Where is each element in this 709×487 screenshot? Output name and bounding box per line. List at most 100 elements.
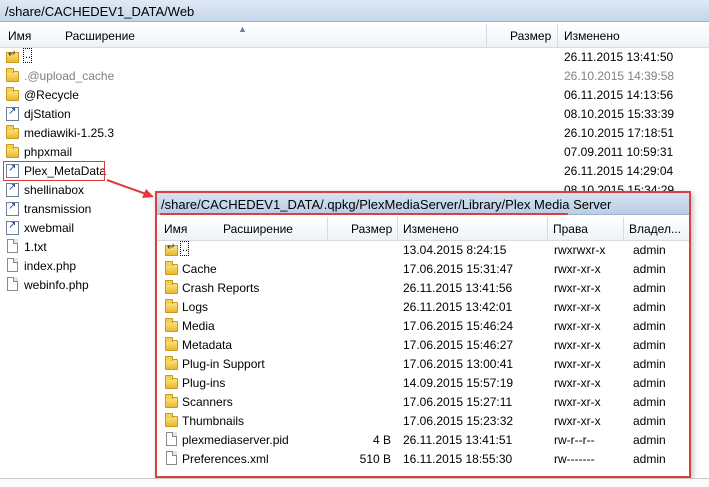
file-icon: [6, 239, 20, 255]
file-icon: [6, 258, 20, 274]
folder-icon: [165, 413, 179, 429]
ov-column-perms[interactable]: Права: [553, 222, 588, 236]
list-item[interactable]: .. 13.04.2015 8:24:15 rwxrwxr-x admin: [157, 241, 689, 260]
list-item[interactable]: Thumbnails 17.06.2015 15:23:32 rwxr-xr-x ad…: [157, 412, 689, 431]
column-name[interactable]: Имя: [8, 29, 31, 43]
folder-icon: [165, 394, 179, 410]
item-name: plexmediaserver.pid: [182, 433, 289, 447]
item-size: 510 B: [359, 452, 391, 466]
item-name: Metadata: [182, 338, 233, 352]
column-separator[interactable]: [486, 24, 487, 47]
folder-icon: [6, 68, 20, 84]
list-item[interactable]: Preferences.xml 510 B 16.11.2015 18:55:30 r…: [157, 450, 689, 469]
item-owner: admin: [633, 376, 666, 390]
item-modified: 26.10.2015 17:18:51: [564, 126, 675, 140]
column-extension[interactable]: Расширение: [65, 29, 135, 43]
folder-icon: [6, 87, 20, 103]
list-item[interactable]: Plug-in Support 17.06.2015 13:00:41 rwxr-x…: [157, 355, 689, 374]
list-item[interactable]: phpxmail 07.09.2011 10:59:31: [0, 143, 709, 162]
overlay-column-header: Имя Расширение Размер Изменено Права Вла…: [157, 217, 689, 241]
list-item[interactable]: Crash Reports 26.11.2015 13:41:56 rwxr-xr-…: [157, 279, 689, 298]
item-modified: 17.06.2015 15:31:47: [403, 262, 514, 276]
file-icon: [165, 432, 179, 448]
list-item[interactable]: mediawiki-1.25.3 26.10.2015 17:18:51: [0, 124, 709, 143]
list-item[interactable]: Cache 17.06.2015 15:31:47 rwxr-xr-x admin: [157, 260, 689, 279]
item-owner: admin: [633, 414, 666, 428]
item-owner: admin: [633, 357, 666, 371]
item-modified: 17.06.2015 15:23:32: [403, 414, 514, 428]
shortcut-icon: [6, 220, 20, 236]
list-item[interactable]: Media 17.06.2015 15:46:24 rwxr-xr-x admin: [157, 317, 689, 336]
item-name: transmission: [24, 202, 92, 216]
ov-column-owner[interactable]: Владел...: [629, 222, 681, 236]
item-modified: 06.11.2015 14:13:56: [564, 88, 674, 102]
item-modified: 26.11.2015 13:42:01: [403, 300, 513, 314]
item-modified: 26.10.2015 14:39:58: [564, 69, 675, 83]
folder-icon: [165, 299, 179, 315]
ov-column-name[interactable]: Имя: [164, 222, 187, 236]
item-name: phpxmail: [24, 145, 73, 159]
ov-column-modified[interactable]: Изменено: [403, 222, 459, 236]
item-modified: 16.11.2015 18:55:30: [403, 452, 513, 466]
item-owner: admin: [633, 300, 666, 314]
list-item[interactable]: plexmediaserver.pid 4 B 26.11.2015 13:41:5…: [157, 431, 689, 450]
item-owner: admin: [633, 395, 666, 409]
item-name: .@upload_cache: [24, 69, 115, 83]
list-item[interactable]: .@upload_cache 26.10.2015 14:39:58: [0, 67, 709, 86]
item-name: djStation: [24, 107, 71, 121]
overlay-path-text: /share/CACHEDEV1_DATA/.qpkg/PlexMediaSer…: [161, 197, 612, 212]
list-item[interactable]: @Recycle 06.11.2015 14:13:56: [0, 86, 709, 105]
item-permissions: rwxr-xr-x: [554, 281, 601, 295]
column-separator[interactable]: [327, 217, 328, 240]
status-bar: [0, 478, 709, 487]
item-name: ..: [180, 241, 189, 256]
item-name: Crash Reports: [182, 281, 260, 295]
item-name: xwebmail: [24, 221, 75, 235]
folder-icon: [165, 261, 179, 277]
item-name: @Recycle: [24, 88, 79, 102]
ov-column-size[interactable]: Размер: [351, 222, 392, 236]
list-item[interactable]: .. 26.11.2015 13:41:50: [0, 48, 709, 67]
column-separator[interactable]: [547, 217, 548, 240]
item-permissions: rwxr-xr-x: [554, 395, 601, 409]
item-name: 1.txt: [24, 240, 47, 254]
parent-folder-icon: [165, 242, 179, 258]
column-modified[interactable]: Изменено: [564, 29, 620, 43]
list-item[interactable]: Plex_MetaData26.11.2015 14:29:04: [0, 162, 709, 181]
list-item[interactable]: Logs 26.11.2015 13:42:01 rwxr-xr-x admin: [157, 298, 689, 317]
item-name: Logs: [182, 300, 209, 314]
item-modified: 26.11.2015 13:41:51: [403, 433, 513, 447]
overlay-panel: /share/CACHEDEV1_DATA/.qpkg/PlexMediaSer…: [155, 191, 691, 478]
column-separator[interactable]: [557, 24, 558, 47]
item-modified: 13.04.2015 8:24:15: [403, 243, 507, 257]
path-text: /share/CACHEDEV1_DATA/Web: [5, 4, 195, 19]
item-permissions: rwxr-xr-x: [554, 338, 601, 352]
path-bar: /share/CACHEDEV1_DATA/Web: [0, 0, 709, 22]
column-size[interactable]: Размер: [510, 29, 551, 43]
item-permissions: rw-r--r--: [554, 433, 595, 447]
item-modified: 14.09.2015 15:57:19: [403, 376, 514, 390]
item-owner: admin: [633, 319, 666, 333]
item-name: Media: [182, 319, 215, 333]
folder-icon: [6, 144, 20, 160]
list-item[interactable]: Metadata 17.06.2015 15:46:27 rwxr-xr-x admi…: [157, 336, 689, 355]
list-item[interactable]: Plug-ins 14.09.2015 15:57:19 rwxr-xr-x admi…: [157, 374, 689, 393]
item-permissions: rwxr-xr-x: [554, 357, 601, 371]
shortcut-icon: [6, 106, 20, 122]
item-modified: 17.06.2015 15:27:11: [403, 395, 513, 409]
ov-column-extension[interactable]: Расширение: [223, 222, 293, 236]
shortcut-icon: [6, 201, 20, 217]
list-item[interactable]: djStation 08.10.2015 15:33:39: [0, 105, 709, 124]
item-owner: admin: [633, 433, 666, 447]
item-modified: 26.11.2015 13:41:50: [564, 50, 674, 64]
column-separator[interactable]: [397, 217, 398, 240]
folder-icon: [165, 375, 179, 391]
item-modified: 17.06.2015 15:46:27: [403, 338, 514, 352]
folder-icon: [6, 125, 20, 141]
item-owner: admin: [633, 262, 666, 276]
column-separator[interactable]: [623, 217, 624, 240]
folder-icon: [165, 337, 179, 353]
list-item[interactable]: Scanners 17.06.2015 15:27:11 rwxr-xr-x admi…: [157, 393, 689, 412]
sort-arrow-icon: ▲: [238, 24, 247, 34]
item-modified: 08.10.2015 15:33:39: [564, 107, 675, 121]
